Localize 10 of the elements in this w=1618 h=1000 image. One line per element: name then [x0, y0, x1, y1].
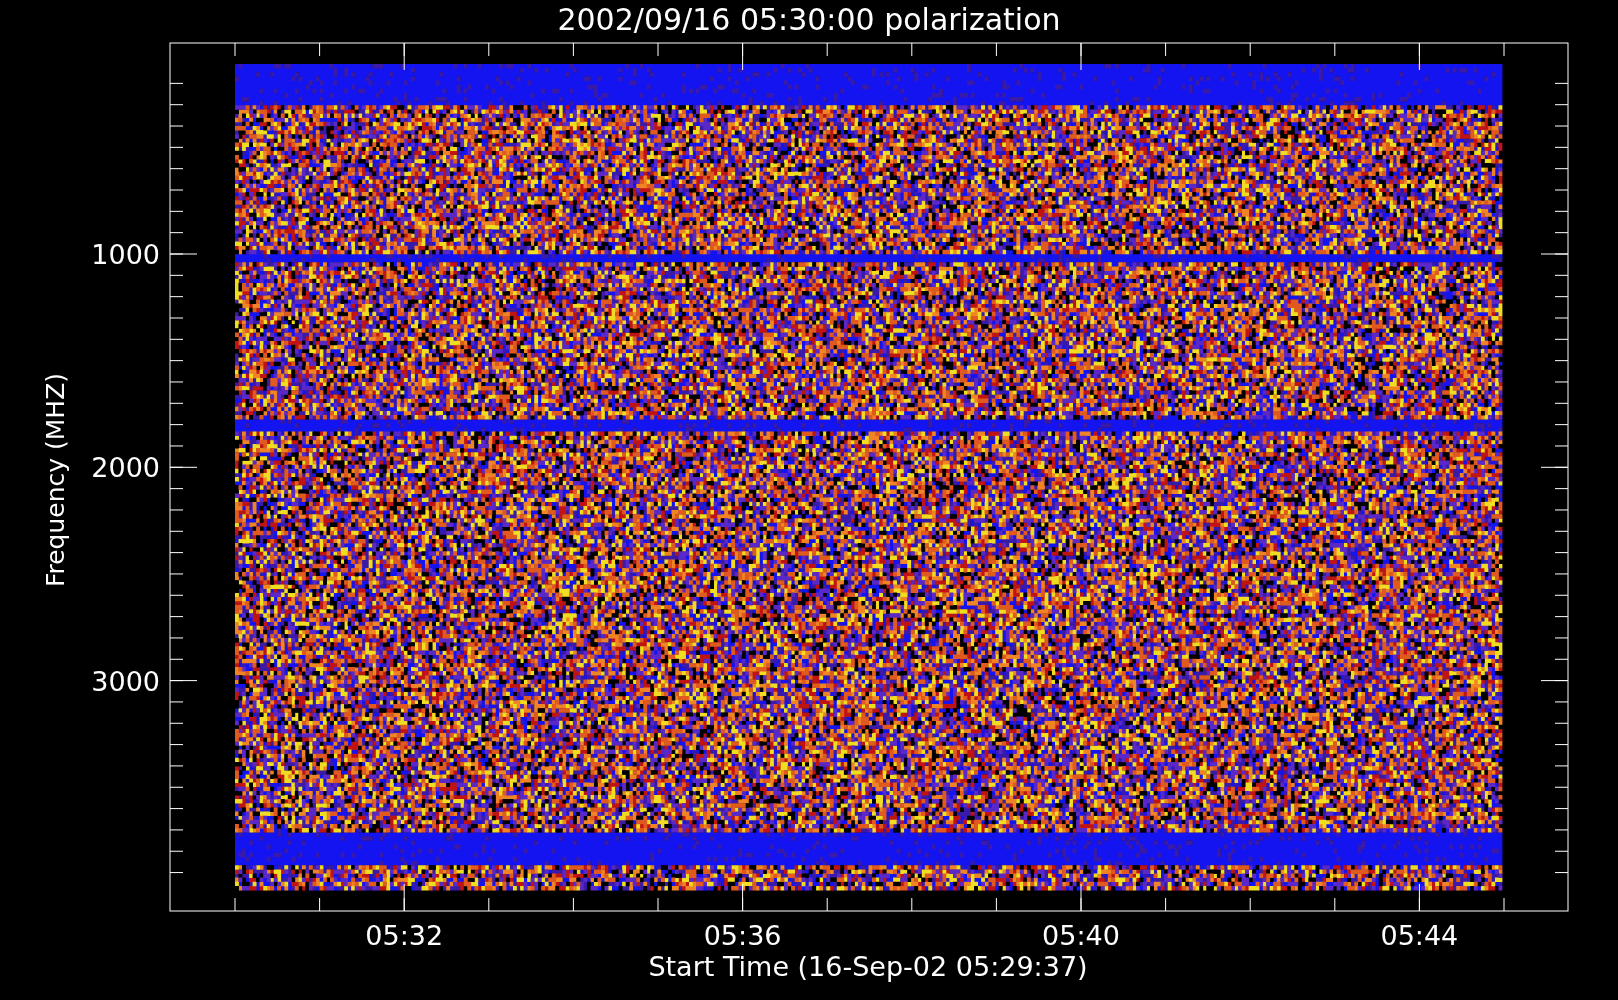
x-tick-label: 05:44: [1380, 920, 1459, 951]
x-tick-label: 05:32: [365, 920, 444, 951]
y-axis-label: Frequency (MHZ): [41, 372, 70, 588]
x-axis-label: Start Time (16-Sep-02 05:29:37): [648, 951, 1088, 982]
y-tick-label: 1000: [91, 239, 160, 270]
plot-title: 2002/09/16 05:30:00 polarization: [557, 2, 1061, 37]
x-tick-label: 05:36: [703, 920, 782, 951]
x-tick-label: 05:40: [1042, 920, 1120, 951]
y-tick-label: 3000: [91, 665, 160, 697]
y-tick-label: 2000: [91, 452, 160, 484]
